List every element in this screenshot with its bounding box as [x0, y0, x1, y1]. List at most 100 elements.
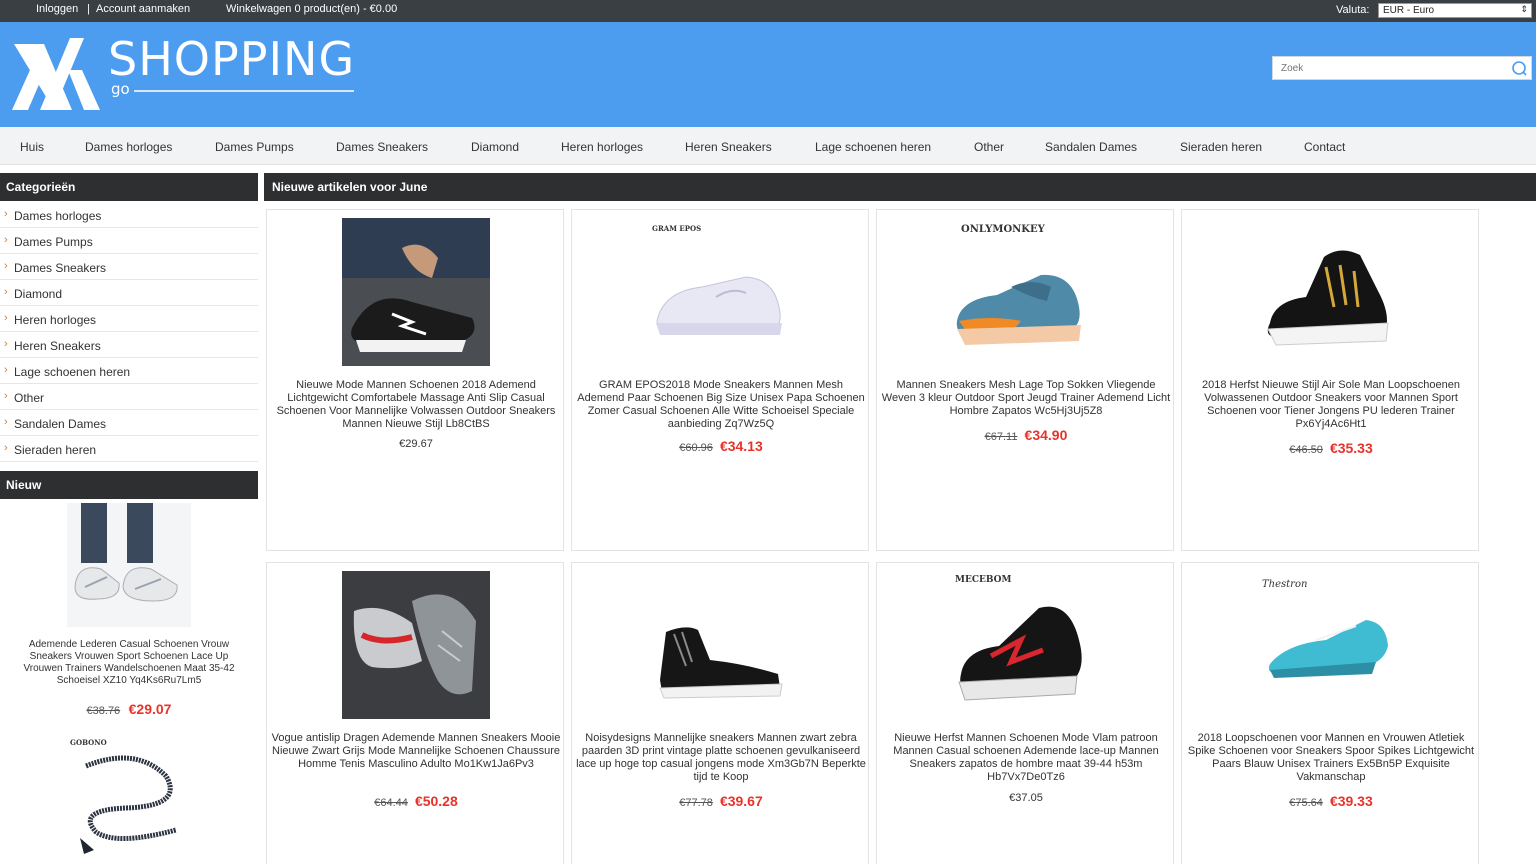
category-label: Dames Sneakers [14, 261, 107, 275]
product-price: €29.67 [267, 438, 565, 450]
new-product-card[interactable]: Ademende Lederen Casual Schoenen Vrouw S… [0, 503, 258, 719]
category-item[interactable]: › Lage schoenen heren [0, 358, 258, 384]
cart-link[interactable]: Winkelwagen 0 product(en) - €0.00 [226, 3, 397, 15]
product-card[interactable]: Thestron 2018 Loopschoenen voor Mannen e… [1181, 562, 1479, 864]
product-name[interactable]: Nieuwe Herfst Mannen Schoenen Mode Vlam … [881, 732, 1171, 784]
regular-price: €29.67 [399, 438, 433, 450]
nav-item-contact[interactable]: Contact [1304, 140, 1345, 154]
product-card[interactable]: GRAM EPOS GRAM EPOS2018 Mode Sneakers Ma… [571, 209, 869, 551]
product-card[interactable]: Vogue antislip Dragen Ademende Mannen Sn… [266, 562, 564, 864]
chevron-right-icon: › [4, 208, 8, 220]
product-price: €75.64 €39.33 [1182, 793, 1480, 809]
chevron-right-icon: › [4, 312, 8, 324]
category-item[interactable]: › Diamond [0, 280, 258, 306]
category-item[interactable]: › Sandalen Dames [0, 410, 258, 436]
product-price: €60.96 €34.13 [572, 438, 870, 454]
search-icon[interactable] [1511, 60, 1527, 76]
old-price: €77.78 [679, 797, 713, 809]
product-price: €67.11 €34.90 [877, 427, 1175, 443]
nav-item-dames-sneakers[interactable]: Dames Sneakers [336, 140, 428, 154]
chevron-right-icon: › [4, 442, 8, 454]
topbar-separator: | [87, 3, 90, 15]
product-price: €64.44 €50.28 [267, 793, 565, 809]
product-image[interactable] [1256, 570, 1404, 718]
regular-price: €37.05 [1009, 792, 1043, 804]
product-name[interactable]: 2018 Loopschoenen voor Mannen en Vrouwen… [1186, 732, 1476, 784]
category-label: Dames Pumps [14, 235, 93, 249]
category-item[interactable]: › Dames horloges [0, 202, 258, 228]
old-price: €60.96 [679, 442, 713, 454]
nav-item-dames-horloges[interactable]: Dames horloges [85, 140, 172, 154]
main-nav: Huis Dames horloges Dames Pumps Dames Sn… [0, 127, 1536, 165]
chevron-right-icon: › [4, 234, 8, 246]
category-item[interactable]: › Dames Sneakers [0, 254, 258, 280]
old-price: €64.44 [374, 797, 408, 809]
logo-underline [134, 90, 354, 92]
nav-item-heren-sneakers[interactable]: Heren Sneakers [685, 140, 772, 154]
category-label: Sieraden heren [14, 443, 97, 457]
product-card[interactable]: Nieuwe Mode Mannen Schoenen 2018 Ademend… [266, 209, 564, 551]
nav-item-other[interactable]: Other [974, 140, 1004, 154]
product-image[interactable] [1256, 217, 1404, 365]
product-price: €77.78 €39.67 [572, 793, 870, 809]
nav-item-huis[interactable]: Huis [20, 140, 44, 154]
product-name[interactable]: 2018 Herfst Nieuwe Stijl Air Sole Man Lo… [1186, 379, 1476, 431]
product-name[interactable]: GRAM EPOS2018 Mode Sneakers Mannen Mesh … [576, 379, 866, 431]
nav-item-diamond[interactable]: Diamond [471, 140, 519, 154]
nav-item-heren-horloges[interactable]: Heren horloges [561, 140, 643, 154]
login-link[interactable]: Inloggen [36, 3, 78, 15]
currency-select[interactable]: EUR - Euro ⇕ [1378, 3, 1532, 18]
nav-item-lage-schoenen[interactable]: Lage schoenen heren [815, 140, 931, 154]
old-price: €75.64 [1289, 797, 1323, 809]
chevron-right-icon: › [4, 286, 8, 298]
nav-item-sandalen-dames[interactable]: Sandalen Dames [1045, 140, 1137, 154]
product-name[interactable]: Vogue antislip Dragen Ademende Mannen Sn… [271, 732, 561, 771]
category-label: Sandalen Dames [14, 417, 107, 431]
search-box [1272, 56, 1532, 80]
product-image[interactable] [66, 746, 190, 856]
product-image[interactable] [646, 217, 794, 365]
search-input[interactable] [1273, 57, 1503, 79]
new-heading: Nieuw [0, 471, 258, 499]
product-name[interactable]: Ademende Lederen Casual Schoenen Vrouw S… [0, 639, 258, 687]
product-image[interactable] [951, 570, 1099, 718]
category-label: Dames horloges [14, 209, 102, 223]
sale-price: €34.13 [719, 438, 763, 454]
product-card[interactable]: Noisydesigns Mannelijke sneakers Mannen … [571, 562, 869, 864]
product-image[interactable] [342, 571, 490, 719]
category-label: Diamond [14, 287, 63, 301]
sale-price: €34.90 [1024, 427, 1068, 443]
product-image[interactable] [67, 503, 191, 627]
category-label: Heren horloges [14, 313, 97, 327]
category-item[interactable]: › Other [0, 384, 258, 410]
product-price: €37.05 [877, 792, 1175, 804]
product-image[interactable] [646, 570, 794, 718]
old-price: €46.50 [1289, 444, 1323, 456]
product-card[interactable]: 2018 Herfst Nieuwe Stijl Air Sole Man Lo… [1181, 209, 1479, 551]
category-item[interactable]: › Dames Pumps [0, 228, 258, 254]
chevron-right-icon: › [4, 260, 8, 272]
nav-item-sieraden-heren[interactable]: Sieraden heren [1180, 140, 1262, 154]
logo-icon[interactable] [10, 30, 102, 112]
product-card[interactable]: MECEBOM Nieuwe Herfst Mannen Schoenen Mo… [876, 562, 1174, 864]
product-card[interactable]: ONLYMONKEY Mannen Sneakers Mesh Lage Top… [876, 209, 1174, 551]
select-arrows-icon: ⇕ [1520, 4, 1528, 14]
product-name[interactable]: Mannen Sneakers Mesh Lage Top Sokken Vli… [881, 379, 1171, 418]
nav-item-dames-pumps[interactable]: Dames Pumps [215, 140, 294, 154]
product-image[interactable] [951, 217, 1099, 365]
register-link[interactable]: Account aanmaken [96, 3, 190, 15]
chevron-right-icon: › [4, 416, 8, 428]
currency-value: EUR - Euro [1383, 5, 1435, 16]
chevron-right-icon: › [4, 364, 8, 376]
category-label: Lage schoenen heren [14, 365, 131, 379]
category-item[interactable]: › Heren Sneakers [0, 332, 258, 358]
product-image[interactable] [342, 218, 490, 366]
category-item[interactable]: › Heren horloges [0, 306, 258, 332]
sale-price: €39.67 [719, 793, 763, 809]
category-item[interactable]: › Sieraden heren [0, 436, 258, 462]
product-name[interactable]: Nieuwe Mode Mannen Schoenen 2018 Ademend… [271, 379, 561, 431]
product-name[interactable]: Noisydesigns Mannelijke sneakers Mannen … [576, 732, 866, 784]
logo-title[interactable]: SHOPPING [108, 32, 355, 86]
new-items-heading: Nieuwe artikelen voor June [264, 173, 1536, 201]
top-bar: Inloggen | Account aanmaken Winkelwagen … [0, 0, 1536, 22]
